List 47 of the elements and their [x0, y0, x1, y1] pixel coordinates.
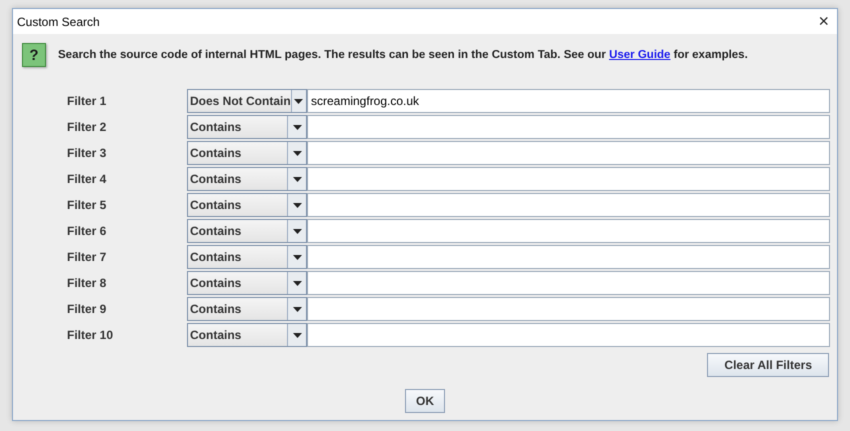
caret-icon: [292, 202, 302, 208]
filter-input-field[interactable]: [307, 271, 830, 295]
caret-icon: [292, 254, 302, 260]
filter-label: Filter 9: [66, 302, 108, 316]
ok-button[interactable]: OK: [405, 389, 445, 413]
filter-dropdown[interactable]: Contains: [187, 271, 307, 295]
filter-dropdown[interactable]: Contains: [187, 219, 307, 243]
clear-all-filters-button[interactable]: Clear All Filters: [707, 353, 829, 377]
filter-input-field[interactable]: screamingfrog.co.uk: [307, 89, 830, 113]
filter-input-field[interactable]: [307, 245, 830, 269]
filter-dropdown[interactable]: Contains: [187, 297, 307, 321]
filter-input-field[interactable]: [307, 219, 830, 243]
filter-label: Filter 4: [66, 172, 108, 186]
filter-input-field[interactable]: [307, 167, 830, 191]
filter-label: Filter 8: [66, 276, 108, 290]
filter-label: Filter 2: [66, 120, 108, 134]
filter-label: Filter 7: [66, 250, 108, 264]
caret-icon: [292, 150, 302, 156]
user-guide-link[interactable]: User Guide: [609, 49, 670, 61]
intro-text: Search the source code of internal HTML pages. The results can be seen in the Custom Tab. See our User Guide for examples.: [58, 49, 748, 61]
caret-icon: [292, 280, 302, 286]
filter-input-field[interactable]: [307, 297, 830, 321]
filter-label: Filter 1: [66, 94, 108, 108]
filter-dropdown[interactable]: Contains: [187, 193, 307, 217]
help-icon: ?: [22, 43, 46, 67]
window-title: Custom Search: [17, 14, 100, 28]
filter-input-field[interactable]: [307, 115, 830, 139]
caret-icon: [292, 332, 302, 338]
caret-icon: [292, 306, 302, 312]
filter-input-field[interactable]: [307, 141, 830, 165]
filter-dropdown[interactable]: Does Not Contain: [187, 89, 307, 113]
filter-dropdown[interactable]: Contains: [187, 167, 307, 191]
caret-icon: [292, 124, 302, 130]
filter-label: Filter 5: [66, 198, 108, 212]
filter-dropdown[interactable]: Contains: [187, 323, 307, 347]
filter-dropdown[interactable]: Contains: [187, 245, 307, 269]
filter-dropdown[interactable]: Contains: [187, 115, 307, 139]
filter-input-field[interactable]: [307, 323, 830, 347]
filter-label: Filter 3: [66, 146, 108, 160]
filter-input-field[interactable]: [307, 193, 830, 217]
filter-label: Filter 6: [66, 224, 108, 238]
filter-label: Filter 10: [66, 328, 114, 342]
caret-icon: [294, 98, 304, 104]
caret-icon: [292, 228, 302, 234]
filter-dropdown[interactable]: Contains: [187, 141, 307, 165]
close-button[interactable]: ×: [810, 9, 837, 34]
caret-icon: [292, 176, 302, 182]
